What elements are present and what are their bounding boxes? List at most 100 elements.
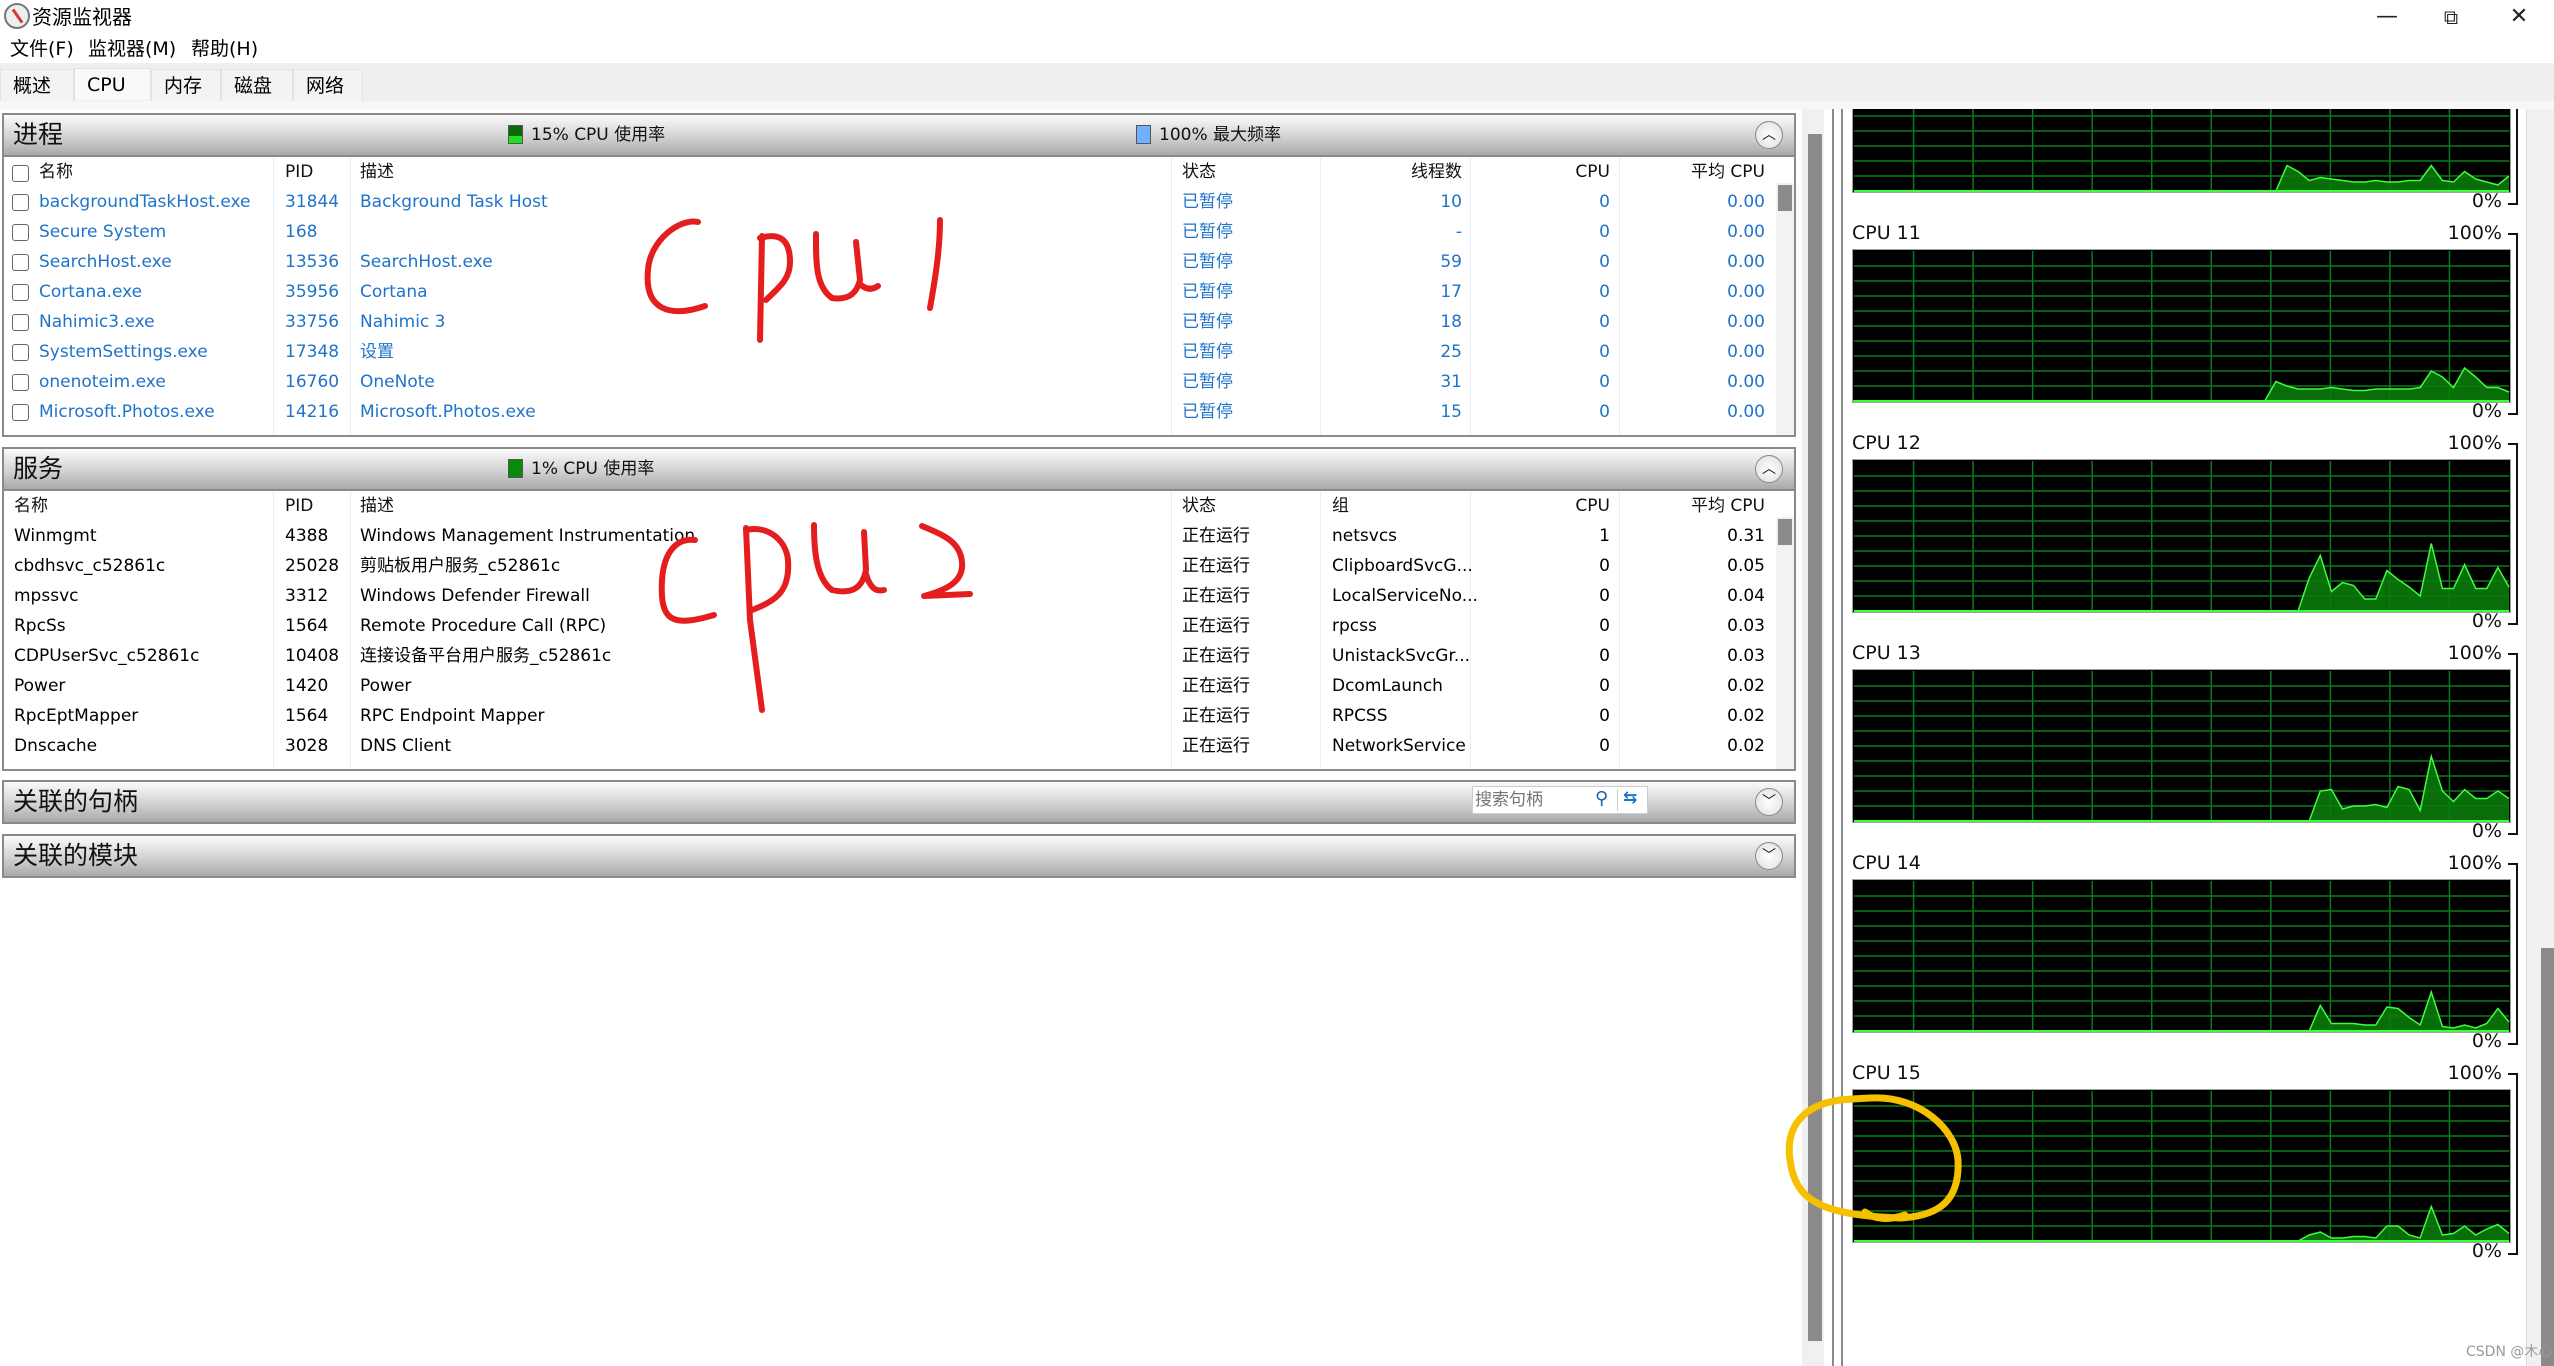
col-header-avg-cpu[interactable]: 平均 CPU — [1619, 157, 1765, 187]
row-checkbox[interactable] — [12, 194, 29, 211]
process-status: 已暂停 — [1182, 312, 1233, 332]
tab-strip-border — [0, 101, 2554, 109]
annotation-stroke — [927, 217, 943, 311]
expand-handles-button[interactable]: ﹀ — [1755, 788, 1783, 816]
minimize-button[interactable]: — — [2352, 0, 2422, 34]
process-threads: 31 — [1440, 372, 1462, 392]
col-header-threads[interactable]: 线程数 — [1320, 157, 1462, 187]
service-cpu: 0 — [1599, 646, 1610, 666]
processes-scroll-thumb[interactable] — [1778, 185, 1792, 211]
service-status: 正在运行 — [1182, 526, 1250, 546]
expand-modules-button[interactable]: ﹀ — [1755, 842, 1783, 870]
modules-header[interactable]: 关联的模块 ﹀ — [2, 834, 1796, 878]
col-header-cpu[interactable]: CPU — [1470, 491, 1610, 521]
row-checkbox[interactable] — [12, 254, 29, 271]
service-cpu: 0 — [1599, 586, 1610, 606]
max-frequency-swatch — [1136, 125, 1151, 144]
service-status: 正在运行 — [1182, 736, 1250, 756]
col-header-pid[interactable]: PID — [285, 491, 313, 521]
col-header-description[interactable]: 描述 — [360, 491, 394, 521]
service-cpu: 1 — [1599, 526, 1610, 546]
services-scrollbar[interactable] — [1776, 517, 1794, 769]
maximize-button[interactable]: ⧉ — [2416, 0, 2486, 34]
service-description: DNS Client — [360, 736, 452, 756]
col-header-description[interactable]: 描述 — [360, 157, 394, 187]
col-header-group[interactable]: 组 — [1332, 491, 1349, 521]
collapse-services-button[interactable]: ︿ — [1755, 455, 1783, 483]
process-name: Nahimic3.exe — [39, 312, 155, 332]
process-threads: - — [1455, 222, 1462, 242]
row-checkbox[interactable] — [12, 314, 29, 331]
menu-help[interactable]: 帮助(H) — [191, 35, 258, 63]
tab-network[interactable]: 网络 — [293, 69, 363, 101]
service-cpu: 0 — [1599, 556, 1610, 576]
service-avg-cpu: 0.31 — [1727, 526, 1765, 546]
col-header-pid[interactable]: PID — [285, 157, 313, 187]
service-name: mpssvc — [14, 586, 79, 606]
service-avg-cpu: 0.05 — [1727, 556, 1765, 576]
menu-monitor[interactable]: 监视器(M) — [88, 35, 176, 63]
services-scroll-thumb[interactable] — [1778, 519, 1792, 545]
processes-scrollbar[interactable] — [1776, 183, 1794, 435]
tab-disk[interactable]: 磁盘 — [221, 69, 293, 101]
process-cpu: 0 — [1599, 222, 1610, 242]
process-pid: 16760 — [285, 372, 340, 392]
col-header-name[interactable]: 名称 — [14, 491, 48, 521]
service-avg-cpu: 0.03 — [1727, 616, 1765, 636]
process-avg-cpu: 0.00 — [1727, 192, 1765, 212]
handles-title: 关联的句柄 — [13, 787, 139, 816]
processes-max-frequency: 100% 最大频率 — [1159, 125, 1282, 145]
row-checkbox[interactable] — [12, 404, 29, 421]
service-avg-cpu: 0.02 — [1727, 676, 1765, 696]
col-header-cpu[interactable]: CPU — [1470, 157, 1610, 187]
watermark: CSDN @木心 — [2466, 1344, 2553, 1360]
col-header-status[interactable]: 状态 — [1182, 157, 1216, 187]
process-name: backgroundTaskHost.exe — [39, 192, 251, 212]
select-all-checkbox[interactable] — [12, 165, 29, 182]
service-cpu: 0 — [1599, 616, 1610, 636]
process-description: Cortana — [360, 282, 428, 302]
col-header-status[interactable]: 状态 — [1182, 491, 1216, 521]
service-cpu: 0 — [1599, 706, 1610, 726]
menu-file[interactable]: 文件(F) — [10, 35, 74, 63]
process-description: SearchHost.exe — [360, 252, 493, 272]
process-avg-cpu: 0.00 — [1727, 372, 1765, 392]
process-threads: 17 — [1440, 282, 1462, 302]
cpu-graph-label: CPU 14 — [1852, 852, 1921, 874]
graphs-scroll-thumb[interactable] — [2541, 948, 2554, 1366]
col-header-avg-cpu[interactable]: 平均 CPU — [1619, 491, 1765, 521]
process-name: Secure System — [39, 222, 167, 242]
annotation-stroke — [857, 281, 881, 292]
cpu-graph — [1852, 879, 2511, 1033]
service-name: CDPUserSvc_c52861c — [14, 646, 200, 666]
collapse-processes-button[interactable]: ︿ — [1755, 121, 1783, 149]
window-title: 资源监视器 — [32, 5, 132, 29]
col-header-name[interactable]: 名称 — [39, 157, 73, 187]
service-description: 连接设备平台用户服务_c52861c — [360, 646, 612, 666]
service-pid: 3028 — [285, 736, 329, 756]
cpu-graph — [1852, 109, 2511, 193]
close-button[interactable]: ✕ — [2484, 0, 2554, 34]
modules-title: 关联的模块 — [13, 841, 139, 870]
refresh-icon[interactable]: ⇆ — [1623, 788, 1637, 808]
search-icon[interactable]: ⚲ — [1595, 788, 1608, 809]
graph-max-label: 100% — [2447, 852, 2502, 874]
process-status: 已暂停 — [1182, 342, 1233, 362]
process-status: 已暂停 — [1182, 252, 1233, 272]
service-pid: 25028 — [285, 556, 340, 576]
tab-overview[interactable]: 概述 — [0, 69, 74, 101]
row-checkbox[interactable] — [12, 374, 29, 391]
handle-search-input[interactable] — [1473, 787, 1597, 813]
row-checkbox[interactable] — [12, 284, 29, 301]
tab-cpu[interactable]: CPU — [74, 68, 151, 100]
tab-memory[interactable]: 内存 — [151, 69, 221, 101]
service-group: netsvcs — [1332, 526, 1398, 546]
row-checkbox[interactable] — [12, 224, 29, 241]
process-description: Background Task Host — [360, 192, 548, 212]
row-checkbox[interactable] — [12, 344, 29, 361]
service-status: 正在运行 — [1182, 616, 1250, 636]
service-pid: 1564 — [285, 616, 329, 636]
processes-header[interactable]: 进程 15% CPU 使用率 100% 最大频率 ︿ — [2, 113, 1796, 157]
handles-header[interactable]: 关联的句柄 ⚲ ⇆ ﹀ — [2, 780, 1796, 824]
process-name: SearchHost.exe — [39, 252, 172, 272]
